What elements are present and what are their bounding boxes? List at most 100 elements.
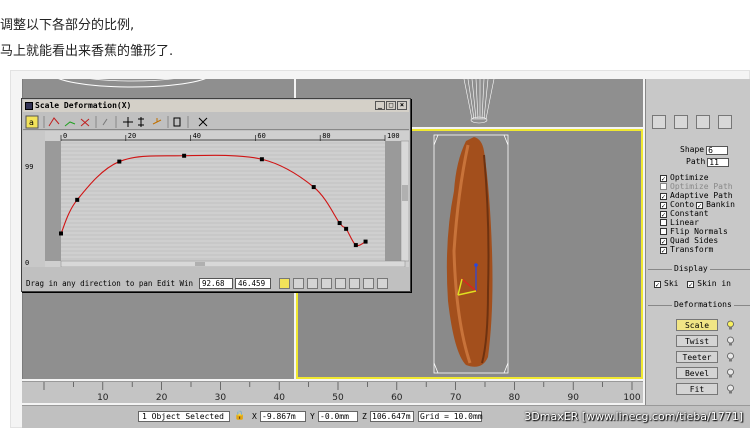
skin-option[interactable]: ✓ Conto ✓ Bankin <box>660 200 735 210</box>
value-field-1[interactable]: 92.68 <box>199 278 233 289</box>
panel-tab-icon[interactable] <box>652 115 666 129</box>
ruler-label: 30 <box>215 393 227 403</box>
shape-spinner[interactable]: 6 <box>706 146 729 155</box>
zoom-vertical-extents-icon[interactable] <box>321 278 332 289</box>
option-checkbox[interactable] <box>660 219 667 226</box>
caption-line-2: 马上就能看出来香蕉的雏形了. <box>0 44 174 59</box>
deform-graph[interactable]: 0 20 40 60 80 100 99 0 <box>23 131 410 268</box>
swap-curves-icon <box>102 118 108 126</box>
skin-option[interactable]: Linear <box>660 218 699 227</box>
close-icon[interactable]: × <box>397 101 407 110</box>
curve-control-point <box>311 185 316 190</box>
bulb-icon[interactable] <box>726 352 735 362</box>
curve-control-point <box>75 197 80 202</box>
zoom-icon[interactable] <box>363 278 374 289</box>
y-label-top: 99 <box>25 163 33 171</box>
minimize-icon[interactable]: _ <box>375 101 385 110</box>
skin-option[interactable]: ✓ Constant <box>660 209 709 219</box>
deform-title-bar[interactable]: Scale Deformation(X) _ □ × <box>23 100 409 112</box>
option-checkbox[interactable]: ✓ <box>660 238 667 246</box>
bulb-icon[interactable] <box>726 320 735 330</box>
lock-icon[interactable]: 🔒 <box>234 411 245 421</box>
zoom-region-icon[interactable] <box>377 278 388 289</box>
option-label: Adaptive Path <box>670 191 733 200</box>
curve-control-point <box>182 153 187 158</box>
skin-in-checkbox[interactable]: ✓ <box>687 281 695 289</box>
skin-option[interactable]: ✓ Adaptive Path <box>660 191 733 201</box>
option-checkbox[interactable] <box>660 228 667 235</box>
curve-control-point <box>117 159 122 164</box>
option-checkbox[interactable]: ✓ <box>660 175 667 183</box>
x-value: -9.867m <box>262 412 296 421</box>
skin-label: Ski <box>664 279 679 288</box>
option-label: Constant <box>670 209 709 218</box>
panel-tab-icon[interactable] <box>674 115 688 129</box>
path-spinner[interactable]: 11 <box>707 158 730 167</box>
display-group: Display <box>648 264 750 279</box>
skin-option[interactable]: ✓ Quad Sides <box>660 236 719 246</box>
scale-point-icon <box>138 117 144 127</box>
option-label: Transform <box>670 245 714 254</box>
display-xy-icon <box>80 118 90 127</box>
curve-control-point <box>353 243 358 248</box>
bulb-icon[interactable] <box>726 336 735 346</box>
scale-deformation-window[interactable]: Scale Deformation(X) _ □ × a 0 20 40 60 80 10… <box>21 98 411 292</box>
ruler-label: 80 <box>509 393 521 403</box>
curve-control-point <box>259 157 264 162</box>
maximize-icon[interactable]: □ <box>386 101 396 110</box>
y-label-bottom: 0 <box>25 259 29 267</box>
curve-control-point <box>344 226 349 231</box>
graph-ruler-label: 80 <box>322 132 330 140</box>
watermark: 3DmaxER [www.linecg.com/tieba/1771] <box>524 410 743 423</box>
y-label: Y <box>310 412 315 421</box>
move-point-icon <box>123 117 133 127</box>
graph-ruler-label: 20 <box>128 132 136 140</box>
shape-steps: Shape 6 <box>680 145 729 155</box>
banking-label: Bankin <box>706 200 735 209</box>
time-ruler[interactable]: 10 20 30 40 50 60 70 80 90 100 <box>22 381 643 403</box>
insert-point-icon <box>152 118 162 125</box>
zoom-horizontal-extents-icon[interactable] <box>307 278 318 289</box>
skin-option[interactable]: ✓ Optimize <box>660 173 709 183</box>
deformation-button-scale[interactable]: Scale <box>676 319 718 331</box>
command-panel: Shape 6 Path 11 ✓ Optimize Optimize Path ✓ Ada… <box>645 79 750 419</box>
zoom-vertical-icon[interactable] <box>349 278 360 289</box>
skin-option[interactable]: Flip Normals <box>660 227 728 236</box>
deformation-button-twist[interactable]: Twist <box>676 335 718 347</box>
bulb-icon[interactable] <box>726 368 735 378</box>
deformation-button-fit[interactable]: Fit <box>676 383 718 395</box>
z-label: Z <box>362 412 367 421</box>
deformations-label: Deformations <box>672 300 734 309</box>
skin-checkbox[interactable]: ✓ <box>654 281 661 289</box>
ruler-label: 10 <box>97 393 109 403</box>
display-options: ✓ Ski ✓ Skin in <box>654 279 731 289</box>
banking-checkbox[interactable]: ✓ <box>696 202 704 210</box>
deformation-button-bevel[interactable]: Bevel <box>676 367 718 379</box>
skin-option[interactable]: Optimize Path <box>660 182 733 191</box>
option-checkbox[interactable]: ✓ <box>660 211 667 219</box>
option-label: Optimize <box>670 173 709 182</box>
deformation-button-teeter[interactable]: Teeter <box>676 351 718 363</box>
ruler-label: 50 <box>332 393 344 403</box>
option-checkbox[interactable]: ✓ <box>660 193 667 201</box>
display-x-icon <box>48 117 60 127</box>
panel-tab-icon[interactable] <box>718 115 732 129</box>
panel-tab-icon[interactable] <box>696 115 710 129</box>
zoom-horizontal-icon[interactable] <box>335 278 346 289</box>
ruler-label: 20 <box>156 393 168 403</box>
skin-option[interactable]: ✓ Transform <box>660 245 714 255</box>
zoom-extents-icon[interactable] <box>293 278 304 289</box>
shape-label: Shape <box>680 145 705 154</box>
option-checkbox[interactable]: ✓ <box>660 202 667 210</box>
bulb-icon[interactable] <box>726 384 735 394</box>
deform-title: Scale Deformation(X) <box>35 101 132 110</box>
pan-icon[interactable] <box>279 278 290 289</box>
value-field-2[interactable]: 46.459 <box>235 278 271 289</box>
option-label: Quad Sides <box>670 236 719 245</box>
option-checkbox[interactable] <box>660 183 667 190</box>
option-checkbox[interactable]: ✓ <box>660 247 667 255</box>
deform-curve-canvas[interactable]: 0 20 40 60 80 100 99 0 <box>23 131 410 268</box>
window-icon <box>25 102 33 110</box>
ruler-label: 70 <box>450 393 462 403</box>
display-y-icon <box>64 121 76 127</box>
